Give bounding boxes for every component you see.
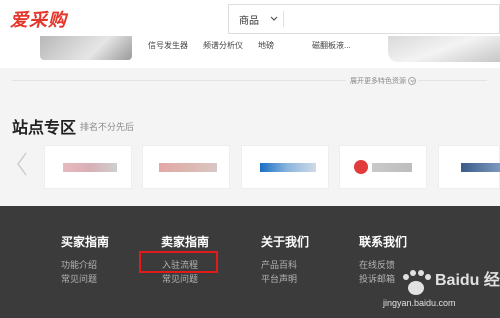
category-link[interactable]: 磁翻板液... bbox=[312, 40, 351, 51]
top-header: 爱采购 商品 bbox=[0, 0, 500, 36]
highlight-box bbox=[139, 251, 218, 273]
footer-link[interactable]: 常见问题 bbox=[61, 272, 97, 285]
chevron-down-circle-icon bbox=[408, 77, 416, 86]
watermark-url: jingyan.baidu.com bbox=[383, 298, 456, 308]
section-subtitle: 排名不分先后 bbox=[80, 122, 135, 132]
carousel-prev-icon[interactable] bbox=[14, 150, 30, 178]
product-image-tools[interactable] bbox=[40, 36, 132, 60]
footer-column-title: 买家指南 bbox=[61, 235, 110, 249]
site-logo-blurred bbox=[63, 163, 117, 172]
section-title: 站点专区 bbox=[12, 120, 77, 137]
category-link[interactable]: 信号发生器 bbox=[148, 40, 188, 51]
footer-link[interactable]: 功能介绍 bbox=[61, 258, 97, 271]
footer-column-title: 联系我们 bbox=[359, 235, 408, 249]
search-box[interactable]: 商品 bbox=[228, 4, 500, 34]
site-card[interactable] bbox=[339, 145, 427, 189]
page: 爱采购 商品 信号发生器 频谱分析仪 地磅 磁翻板液... 展开更多特色资源 站… bbox=[0, 0, 500, 318]
site-card[interactable] bbox=[142, 145, 230, 189]
site-logo-circle bbox=[354, 160, 368, 174]
footer-column-title: 关于我们 bbox=[261, 235, 310, 249]
site-logo-blurred bbox=[159, 163, 217, 172]
site-logo-blurred bbox=[260, 163, 316, 172]
expand-more-label: 展开更多特色资源 bbox=[350, 78, 406, 85]
footer-link[interactable]: 平台声明 bbox=[261, 272, 297, 285]
category-link[interactable]: 地磅 bbox=[258, 40, 274, 51]
site-card[interactable] bbox=[438, 145, 500, 189]
category-link[interactable]: 频谱分析仪 bbox=[203, 40, 243, 51]
site-card[interactable] bbox=[241, 145, 329, 189]
product-image-machine[interactable] bbox=[388, 36, 500, 62]
search-divider bbox=[283, 11, 284, 27]
search-category-select[interactable]: 商品 bbox=[239, 12, 259, 27]
chevron-down-icon[interactable] bbox=[269, 14, 279, 24]
site-logo[interactable]: 爱采购 bbox=[10, 6, 67, 32]
site-logo-blurred bbox=[461, 163, 500, 172]
category-banner: 信号发生器 频谱分析仪 地磅 磁翻板液... bbox=[0, 36, 500, 68]
footer-column-title: 卖家指南 bbox=[161, 235, 210, 249]
footer-link[interactable]: 产品百科 bbox=[261, 258, 297, 271]
site-card[interactable] bbox=[44, 145, 132, 189]
expand-more-link[interactable]: 展开更多特色资源 bbox=[346, 76, 418, 86]
site-logo-blurred bbox=[372, 163, 412, 172]
watermark-text: Baidu 经验 bbox=[435, 272, 500, 289]
footer-link[interactable]: 常见问题 bbox=[162, 272, 198, 285]
